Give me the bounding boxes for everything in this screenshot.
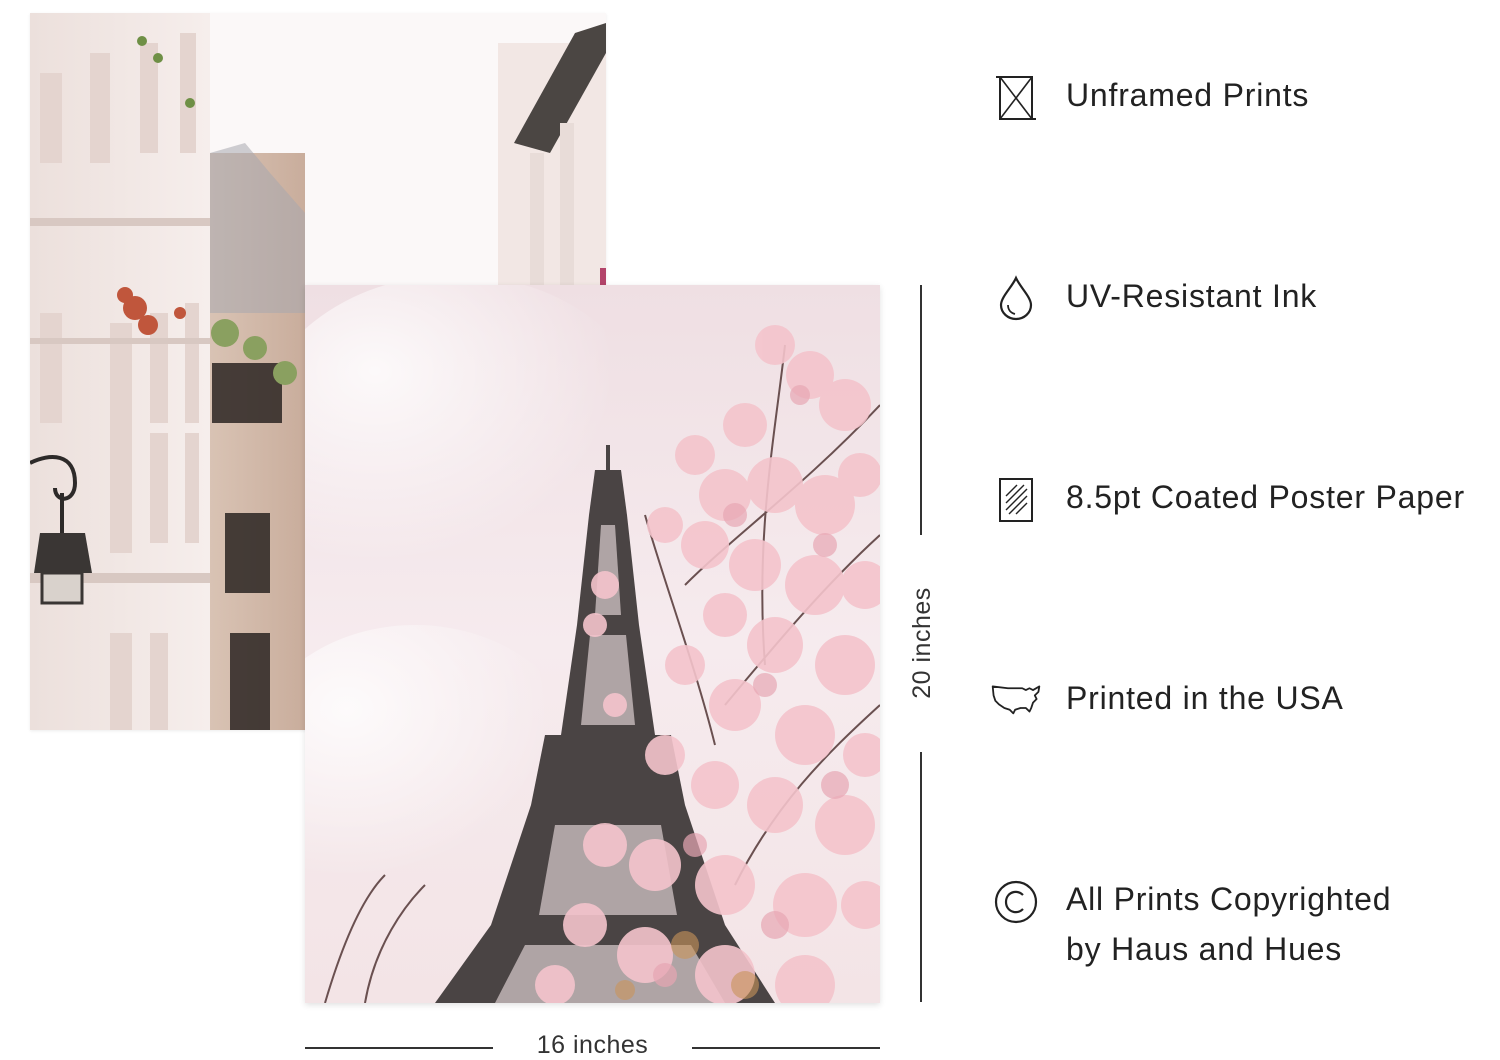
copyright-icon: [990, 876, 1042, 928]
eiffel-tower-photo: [305, 285, 880, 1003]
ink-drop-icon: [990, 272, 1042, 324]
width-dimension-line-left: [305, 1047, 493, 1049]
height-dimension-line-top: [920, 285, 922, 535]
feature-label: UV-Resistant Ink: [1066, 278, 1318, 314]
feature-label: Printed in the USA: [1066, 680, 1344, 716]
feature-label-line2: by Haus and Hues: [1066, 931, 1343, 967]
eiffel-tower-print: [305, 285, 880, 1003]
usa-map-icon: [990, 673, 1042, 725]
feature-label: Unframed Prints: [1066, 77, 1310, 113]
feature-label: 8.5pt Coated Poster Paper: [1066, 479, 1465, 515]
unframed-icon: [990, 72, 1042, 124]
height-dimension-line-bottom: [920, 752, 922, 1002]
paper-icon: [990, 474, 1042, 526]
width-dimension-line-right: [692, 1047, 880, 1049]
width-dimension-label: 16 inches: [536, 1031, 649, 1059]
height-dimension-label: 20 inches: [908, 587, 936, 699]
feature-label: All Prints Copyrighted: [1066, 881, 1392, 917]
feature-list: Unframed Prints UV-Resistant Ink 8.5pt C…: [985, 0, 1500, 1058]
